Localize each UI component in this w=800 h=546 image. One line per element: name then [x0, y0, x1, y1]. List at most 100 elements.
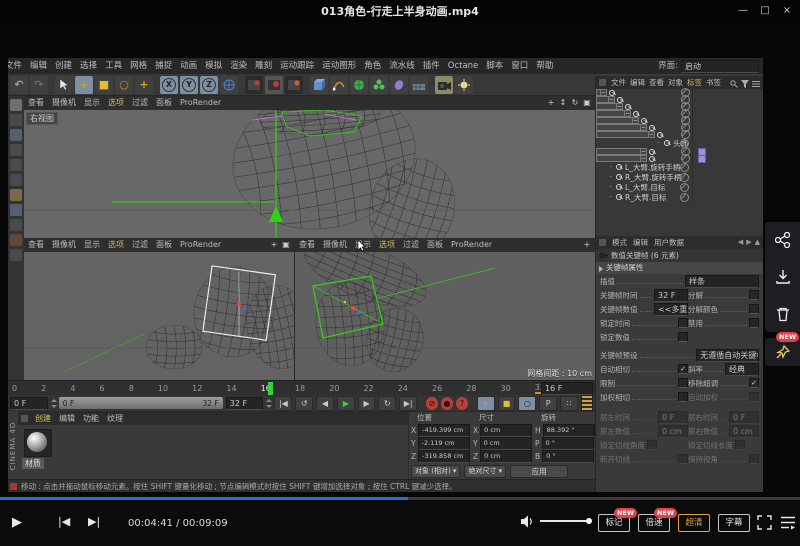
- close-button[interactable]: ×: [778, 3, 796, 19]
- visibility-dot-icon[interactable]: [680, 193, 689, 202]
- timeline-ruler[interactable]: 02468101214161820222426283032 16 F: [8, 380, 595, 395]
- workplane-icon[interactable]: [10, 234, 22, 246]
- expander-icon[interactable]: −: [624, 110, 631, 117]
- object-tree-row[interactable]: – R_大臂.目标: [596, 192, 763, 202]
- play-button[interactable]: ▶: [337, 396, 355, 411]
- share-icon[interactable]: [775, 232, 791, 248]
- remove-overshoot-checkbox[interactable]: ✓: [749, 378, 759, 388]
- key-value-field[interactable]: <<多重数值>>: [654, 303, 688, 316]
- parent-icon[interactable]: ▲: [755, 236, 760, 249]
- viewport-menu-item[interactable]: 选项: [375, 238, 399, 252]
- loop-button[interactable]: ↻: [378, 396, 396, 411]
- viewport-pan-icon[interactable]: +: [269, 238, 279, 252]
- viewport-menu-item[interactable]: 摄像机: [48, 96, 80, 110]
- range-start-field[interactable]: 0 F: [10, 397, 48, 410]
- undo-icon[interactable]: ↶: [10, 76, 28, 94]
- attr-menu-item[interactable]: 用户数据: [651, 236, 687, 249]
- break-tangent-checkbox[interactable]: [678, 454, 688, 464]
- player-option-button[interactable]: 倍速 NEW: [638, 514, 670, 532]
- menu-item[interactable]: 脚本: [482, 58, 507, 74]
- video-frame[interactable]: 文件编辑创建选择工具网格捕捉动画模拟渲染雕刻运动跟踪运动图形角色流水线插件Oct…: [0, 22, 800, 497]
- expander-icon[interactable]: –: [655, 140, 662, 147]
- material-name[interactable]: 材质: [22, 458, 44, 469]
- lock-icon[interactable]: [10, 249, 22, 261]
- render-picture-viewer-icon[interactable]: [265, 76, 283, 94]
- enable-axis-icon[interactable]: [10, 189, 22, 201]
- key-time-field[interactable]: 32 F: [654, 289, 688, 302]
- object-tree-row[interactable]: – 头饰: [596, 138, 763, 148]
- player-next-icon[interactable]: ▶|: [88, 515, 100, 528]
- expander-icon[interactable]: −: [616, 103, 623, 110]
- floor-icon[interactable]: [410, 76, 428, 94]
- size-field[interactable]: 0 cm: [480, 437, 532, 450]
- panel-icon[interactable]: [599, 79, 606, 86]
- viewport-menu-item[interactable]: 面板: [152, 96, 176, 110]
- object-tree-row[interactable]: − 脖子: [596, 124, 641, 131]
- visibility-dot-icon[interactable]: [680, 163, 689, 172]
- menu-item[interactable]: 选择: [76, 58, 101, 74]
- viewport-maximize-icon[interactable]: ▣: [582, 96, 592, 110]
- expander-icon[interactable]: –: [607, 184, 614, 191]
- position-field[interactable]: -319.858 cm: [418, 450, 470, 463]
- object-name[interactable]: R_大臂.目标: [625, 192, 666, 203]
- pin-icon[interactable]: [775, 345, 790, 360]
- position-field[interactable]: -2.119 cm: [418, 437, 470, 450]
- edges-mode-icon[interactable]: [10, 159, 22, 171]
- clamp-checkbox[interactable]: [678, 378, 688, 388]
- lock-value-checkbox[interactable]: [678, 332, 688, 342]
- object-tree-row[interactable]: − 全身: [596, 89, 603, 96]
- menu-item[interactable]: 编辑: [26, 58, 51, 74]
- object-tree-row[interactable]: – R_大臂.旋转手柄: [596, 172, 763, 182]
- keyframe-selection-button[interactable]: ?: [456, 397, 468, 410]
- rotation-field[interactable]: 88.392 °: [543, 424, 595, 437]
- volume-slider[interactable]: [540, 520, 590, 522]
- lock-tangent-angle-checkbox[interactable]: [647, 440, 657, 450]
- deformer-icon[interactable]: [370, 76, 388, 94]
- key-rotation-toggle[interactable]: ○: [518, 396, 536, 411]
- next-frame-button[interactable]: ▶: [358, 396, 376, 411]
- menu-item[interactable]: 网格: [126, 58, 151, 74]
- object-tree-row[interactable]: − L_手腕.目标: [596, 148, 641, 155]
- last-tool-icon[interactable]: +: [135, 76, 153, 94]
- viewport-orbit-icon[interactable]: ↻: [570, 96, 580, 110]
- viewport-menu-item[interactable]: 查看: [24, 238, 48, 252]
- x-axis-lock-icon[interactable]: X: [160, 76, 178, 94]
- rotation-field[interactable]: 0 °: [542, 450, 594, 463]
- om-menu-item[interactable]: 对象: [666, 76, 685, 89]
- material-menu-item[interactable]: 编辑: [55, 412, 79, 425]
- viewport-menu-item[interactable]: ProRender: [176, 96, 225, 110]
- object-tree-row[interactable]: − 盆骨: [596, 103, 617, 110]
- player-option-button[interactable]: 标记 NEW: [598, 514, 630, 532]
- filter-icon[interactable]: [741, 79, 749, 87]
- history-forward-icon[interactable]: ▶: [746, 236, 751, 249]
- menu-item[interactable]: 捕捉: [151, 58, 176, 74]
- y-axis-lock-icon[interactable]: Y: [180, 76, 198, 94]
- coordinate-system-icon[interactable]: [220, 76, 238, 94]
- om-menu-item[interactable]: 编辑: [628, 76, 647, 89]
- viewport-menu-item[interactable]: 显示: [80, 238, 104, 252]
- render-settings-icon[interactable]: [285, 76, 303, 94]
- om-menu-item[interactable]: 查看: [647, 76, 666, 89]
- visibility-dot-icon[interactable]: [680, 183, 689, 192]
- record-keyframe-button[interactable]: ⊘: [426, 397, 438, 410]
- go-to-end-button[interactable]: ▶|: [399, 396, 417, 411]
- attr-menu-item[interactable]: 模式: [609, 236, 630, 249]
- menu-item[interactable]: 动画: [176, 58, 201, 74]
- material-menu-item[interactable]: 创建: [31, 412, 55, 425]
- size-field[interactable]: 0 cm: [480, 450, 532, 463]
- viewport-perspective-right[interactable]: 查看摄像机显示选项过滤面板ProRender +: [295, 238, 595, 380]
- viewport-zoom-icon[interactable]: ↕: [558, 96, 568, 110]
- volume-icon[interactable]: [520, 514, 535, 529]
- viewport-maximize-icon[interactable]: ▣: [281, 238, 291, 252]
- menu-item[interactable]: 角色: [360, 58, 385, 74]
- menu-item[interactable]: 运动图形: [318, 58, 360, 74]
- section-key-properties[interactable]: 关键帧属性: [596, 262, 763, 274]
- viewport-pan-icon[interactable]: +: [546, 96, 556, 110]
- object-tree-row[interactable]: – L_大臂.旋转手柄: [596, 162, 763, 172]
- menu-item[interactable]: 运动跟踪: [276, 58, 318, 74]
- play-backwards-button[interactable]: ↺: [295, 396, 313, 411]
- expander-icon[interactable]: −: [640, 124, 647, 131]
- player-option-button[interactable]: 字幕: [718, 514, 750, 532]
- menu-item[interactable]: 文件: [8, 58, 26, 74]
- expander-icon[interactable]: –: [607, 194, 614, 201]
